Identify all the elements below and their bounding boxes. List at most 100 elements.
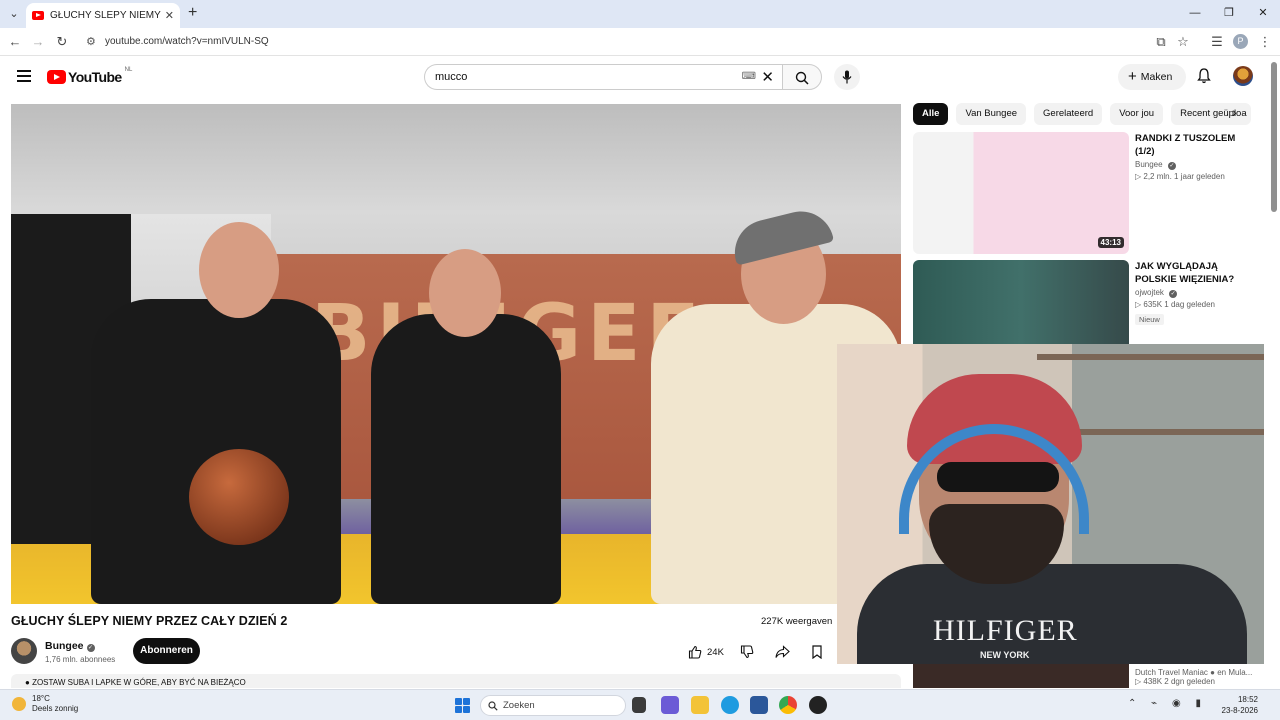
partly-sunny-icon (12, 697, 26, 711)
forward-arrow-icon[interactable]: → (29, 33, 47, 51)
page-scrollbar[interactable] (1271, 62, 1277, 212)
system-tray[interactable]: ⌃ ⌁ ◉ ▮ (1128, 698, 1207, 709)
chip-recently-uploaded[interactable]: Recent geüploa (1171, 103, 1252, 125)
bookmark-star-icon[interactable]: ☆ (1174, 33, 1192, 51)
notifications-bell-icon[interactable] (1197, 68, 1211, 84)
recommendation-channel[interactable]: Dutch Travel Maniac ● en Mula... (1135, 668, 1252, 677)
clock-date: 23-8-2026 (1221, 706, 1258, 715)
browser-tab-active[interactable]: GŁUCHY ŚLEPY NIEMY PRZEZ C ✕ (26, 3, 180, 28)
site-info-icon[interactable]: ⚙ (86, 35, 96, 48)
recommendation-title[interactable]: RANDKI Z TUSZOLEM (1/2) (1135, 132, 1253, 158)
channel-name[interactable]: Bungee ✓ (45, 640, 95, 652)
like-count: 24K (707, 646, 724, 658)
verified-check-icon: ✓ (86, 644, 95, 652)
close-window-button[interactable]: ✕ (1246, 0, 1280, 28)
task-view-icon[interactable] (632, 697, 646, 713)
channel-avatar[interactable] (11, 638, 37, 664)
store-icon[interactable] (750, 696, 768, 714)
search-icon (795, 71, 809, 85)
new-tab-button[interactable]: + (188, 4, 197, 22)
tab-search-button[interactable]: ⌄ (6, 6, 22, 22)
recommendation-meta: JAK WYGLĄDAJĄ POLSKIE WIĘZIENIA? ojwojte… (1135, 260, 1253, 327)
keyboard-icon[interactable]: ⌨ (742, 71, 756, 82)
recommendation-stats: ▷ 635K 1 dag geleden (1135, 300, 1215, 309)
create-button[interactable]: + Maken (1118, 64, 1186, 90)
chevron-right-icon[interactable]: › (1232, 104, 1237, 120)
recommendation-stats: ▷ 438K 2 dgn geleden (1135, 677, 1215, 686)
weather-widget[interactable]: 18°C Deels zonnig (12, 694, 78, 714)
video-basketball (189, 449, 289, 545)
recommendation-channel[interactable]: Bungee ✓ (1135, 160, 1253, 170)
chrome-icon[interactable] (779, 696, 797, 714)
browser-tabstrip: ⌄ GŁUCHY ŚLEPY NIEMY PRZEZ C ✕ + — ❐ ✕ (0, 0, 1280, 28)
tab-title: GŁUCHY ŚLEPY NIEMY PRZEZ C (50, 10, 161, 21)
recommendation-meta: Dutch Travel Maniac ● en Mula... ▷ 438K … (1135, 668, 1252, 686)
verified-check-icon: ✓ (1167, 162, 1176, 170)
view-count: 227K weergaven (761, 616, 833, 627)
recommendation-stats: ▷ 2,2 mln. 1 jaar geleden (1135, 172, 1225, 181)
recommendation-title[interactable]: JAK WYGLĄDAJĄ POLSKIE WIĘZIENIA? (1135, 260, 1253, 286)
video-actions: 24K (680, 640, 836, 664)
youtube-logo[interactable]: YouTube NL (47, 67, 132, 85)
filter-chips: Alle Van Bungee Gerelateerd Voor jou Rec… (913, 103, 1259, 125)
search-input[interactable]: mucco ⌨ ✕ (424, 64, 782, 90)
install-app-icon[interactable]: ⧉ (1152, 33, 1170, 51)
taskbar-search[interactable]: Zoeken (480, 695, 626, 716)
window-controls: — ❐ ✕ (1178, 0, 1280, 28)
reload-icon[interactable]: ↻ (53, 33, 71, 51)
shirt-brand-text: HILFIGER (933, 614, 1078, 647)
share-arrow-icon (775, 645, 790, 658)
taskbar-clock[interactable]: 18:52 23-8-2026 (1206, 694, 1258, 716)
reading-list-icon[interactable]: ☰ (1208, 33, 1226, 51)
duration-badge: 43:13 (1097, 237, 1124, 248)
clear-search-icon[interactable]: ✕ (761, 68, 774, 86)
chip-from-channel[interactable]: Van Bungee (956, 103, 1027, 125)
windows-start-icon[interactable] (455, 698, 470, 713)
bookmark-icon (812, 645, 822, 659)
maximize-button[interactable]: ❐ (1212, 0, 1246, 28)
verified-check-icon: ✓ (1169, 290, 1178, 298)
profile-avatar[interactable]: P (1233, 34, 1248, 49)
chip-all[interactable]: Alle (913, 103, 949, 125)
account-avatar[interactable] (1233, 66, 1253, 86)
save-button[interactable] (802, 640, 836, 664)
minimize-button[interactable]: — (1178, 0, 1212, 28)
weather-temperature: 18°C (32, 694, 50, 703)
video-title: GŁUCHY ŚLEPY NIEMY PRZEZ CAŁY DZIEŃ 2 (11, 614, 288, 628)
menu-hamburger-icon[interactable] (17, 70, 31, 82)
chip-for-you[interactable]: Voor jou (1110, 103, 1164, 125)
description-preview[interactable]: ● ZOSTAW SUBA I LAPKE W GÓRE, ABY BYĆ NA… (11, 674, 901, 688)
video-person-middle (371, 314, 561, 604)
teams-icon[interactable] (661, 696, 679, 714)
address-bar[interactable]: ⚙ youtube.com/watch?v=nmIVULN-SQ (80, 31, 1140, 53)
search-button[interactable] (782, 64, 822, 90)
search-query: mucco (435, 71, 468, 83)
share-button[interactable] (766, 640, 803, 664)
thumbs-up-icon (688, 645, 702, 659)
subscriber-count: 1,76 mln. abonnees (45, 655, 116, 664)
thumbs-down-icon (740, 645, 754, 659)
app-icon[interactable] (809, 696, 827, 714)
tab-close-icon[interactable]: ✕ (165, 9, 174, 22)
file-explorer-icon[interactable] (691, 696, 709, 714)
video-player[interactable]: BUNGEE (11, 104, 901, 604)
recommendation-thumbnail[interactable]: 43:13 (913, 132, 1129, 254)
voice-search-button[interactable] (834, 64, 860, 90)
video-person-left-head (199, 222, 279, 318)
back-arrow-icon[interactable]: ← (6, 33, 24, 51)
recommendation-channel[interactable]: ojwojtek ✓ (1135, 288, 1253, 298)
edge-browser-icon[interactable] (721, 696, 739, 714)
chip-related[interactable]: Gerelateerd (1034, 103, 1103, 125)
new-badge: Nieuw (1135, 314, 1164, 325)
webcam-shelf (1037, 354, 1264, 360)
browser-toolbar: ← → ↻ ⚙ youtube.com/watch?v=nmIVULN-SQ ⧉… (0, 28, 1280, 56)
recommendation-thumbnail[interactable] (913, 664, 1129, 688)
browser-menu-icon[interactable]: ⋮ (1256, 33, 1274, 51)
url-text: youtube.com/watch?v=nmIVULN-SQ (105, 36, 269, 47)
dislike-button[interactable] (731, 640, 767, 664)
windows-taskbar: 18°C Deels zonnig Zoeken ⌃ ⌁ ◉ ▮ 18:52 2… (0, 689, 1280, 720)
subscribe-button[interactable]: Abonneren (133, 638, 200, 664)
youtube-play-icon (47, 70, 66, 84)
like-button[interactable]: 24K (680, 640, 732, 664)
recommendation-item[interactable]: 43:13 RANDKI Z TUSZOLEM (1/2) Bungee ✓ ▷… (913, 132, 1253, 254)
